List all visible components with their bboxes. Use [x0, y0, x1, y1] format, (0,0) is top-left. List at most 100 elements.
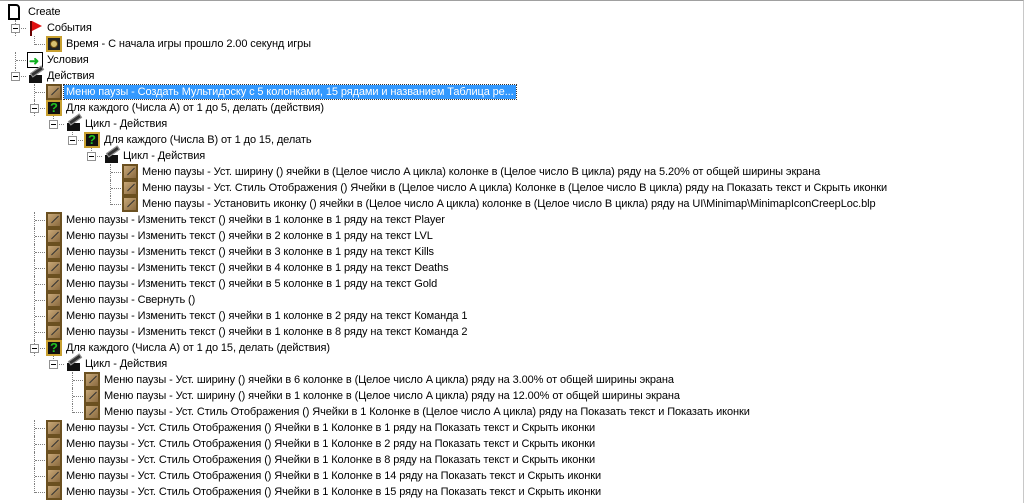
tree-connector	[35, 332, 45, 333]
tree-node[interactable]: Меню паузы - Уст. Стиль Отображения () Я…	[0, 404, 1023, 420]
tree-connector	[35, 476, 45, 477]
action-pencil-icon	[122, 196, 138, 212]
tree-node-label[interactable]: Меню паузы - Уст. Стиль Отображения () Я…	[102, 405, 752, 419]
tree-connector	[35, 300, 45, 301]
actions-icon	[103, 148, 119, 164]
tree-node-label[interactable]: Меню паузы - Изменить текст () ячейки в …	[64, 309, 469, 323]
actions-icon	[65, 356, 81, 372]
tree-node-label[interactable]: Меню паузы - Уст. Стиль Отображения () Я…	[64, 421, 597, 435]
tree-connector	[35, 236, 45, 237]
tree-node[interactable]: Create	[0, 4, 1023, 20]
tree-node[interactable]: Цикл - Действия	[0, 356, 1023, 372]
loop-question-icon: ?	[84, 132, 100, 148]
collapse-toggle[interactable]	[11, 72, 20, 81]
tree-node-label[interactable]: Время - С начала игры прошло 2.00 секунд…	[64, 37, 313, 51]
collapse-toggle[interactable]	[68, 136, 77, 145]
tree-node-label[interactable]: Меню паузы - Уст. ширину () ячейки в (Це…	[140, 165, 822, 179]
tree-node-label[interactable]: Меню паузы - Уст. Стиль Отображения () Я…	[64, 453, 597, 467]
tree-node[interactable]: Меню паузы - Изменить текст () ячейки в …	[0, 276, 1023, 292]
action-pencil-icon	[46, 84, 62, 100]
tree-node[interactable]: Меню паузы - Уст. Стиль Отображения () Я…	[0, 420, 1023, 436]
tree-node-label[interactable]: Для каждого (Числа A) от 1 до 5, делать …	[64, 101, 326, 115]
tree-node-label[interactable]: Меню паузы - Уст. Стиль Отображения () Я…	[64, 485, 603, 499]
tree-node[interactable]: Время - С начала игры прошло 2.00 секунд…	[0, 36, 1023, 52]
tree-connector	[35, 220, 45, 221]
tree-connector	[111, 172, 121, 173]
collapse-toggle[interactable]	[49, 120, 58, 129]
tree-node[interactable]: Действия	[0, 68, 1023, 84]
tree-connector	[73, 412, 83, 413]
tree-node-label[interactable]: Меню паузы - Изменить текст () ячейки в …	[64, 261, 451, 275]
tree-node[interactable]: Меню паузы - Уст. Стиль Отображения () Я…	[0, 180, 1023, 196]
tree-node[interactable]: Меню паузы - Изменить текст () ячейки в …	[0, 260, 1023, 276]
collapse-toggle[interactable]	[30, 344, 39, 353]
tree-node[interactable]: Меню паузы - Уст. Стиль Отображения () Я…	[0, 436, 1023, 452]
tree-node[interactable]: Меню паузы - Изменить текст () ячейки в …	[0, 212, 1023, 228]
collapse-toggle[interactable]	[87, 152, 96, 161]
collapse-toggle[interactable]	[30, 104, 39, 113]
tree-node[interactable]: Меню паузы - Изменить текст () ячейки в …	[0, 324, 1023, 340]
tree-node[interactable]: Меню паузы - Изменить текст () ячейки в …	[0, 244, 1023, 260]
tree-connector	[35, 44, 45, 45]
tree-node[interactable]: Меню паузы - Уст. Стиль Отображения () Я…	[0, 484, 1023, 500]
collapse-toggle[interactable]	[49, 360, 58, 369]
tree-node-label[interactable]: Меню паузы - Уст. Стиль Отображения () Я…	[140, 181, 889, 195]
tree-node-label[interactable]: Меню паузы - Уст. ширину () ячейки в 6 к…	[102, 373, 676, 387]
tree-node[interactable]: Меню паузы - Уст. Стиль Отображения () Я…	[0, 468, 1023, 484]
action-pencil-icon	[46, 212, 62, 228]
tree-node[interactable]: Меню паузы - Изменить текст () ячейки в …	[0, 308, 1023, 324]
tree-node[interactable]: Меню паузы - Создать Мультидоску с 5 кол…	[0, 84, 1023, 100]
action-pencil-icon	[46, 244, 62, 260]
tree-node-label[interactable]: Меню паузы - Уст. ширину () ячейки в 1 к…	[102, 389, 682, 403]
tree-node-label[interactable]: Меню паузы - Свернуть ()	[64, 293, 197, 307]
tree-node[interactable]: События	[0, 20, 1023, 36]
tree-node[interactable]: ? Для каждого (Числа A) от 1 до 5, делать…	[0, 100, 1023, 116]
tree-node[interactable]: Цикл - Действия	[0, 116, 1023, 132]
tree-node-label[interactable]: Цикл - Действия	[83, 357, 169, 371]
tree-node[interactable]: ? Для каждого (Числа B) от 1 до 15, делат…	[0, 132, 1023, 148]
action-pencil-icon	[46, 276, 62, 292]
tree-node-label[interactable]: Меню паузы - Уст. Стиль Отображения () Я…	[64, 469, 603, 483]
action-pencil-icon	[46, 484, 62, 500]
tree-node-label[interactable]: Меню паузы - Изменить текст () ячейки в …	[64, 213, 447, 227]
tree-node-label[interactable]: Меню паузы - Уст. Стиль Отображения () Я…	[64, 437, 597, 451]
action-pencil-icon	[122, 164, 138, 180]
tree-node[interactable]: ? Для каждого (Числа A) от 1 до 15, делат…	[0, 340, 1023, 356]
tree-connector	[35, 316, 45, 317]
tree-node-label[interactable]: Для каждого (Числа B) от 1 до 15, делать	[102, 133, 314, 147]
tree-node-label[interactable]: Действия	[45, 69, 96, 83]
tree-node-label[interactable]: События	[45, 21, 94, 35]
tree-node-label[interactable]: Меню паузы - Установить иконку () ячейки…	[140, 197, 877, 211]
tree-node-label[interactable]: Цикл - Действия	[83, 117, 169, 131]
tree-node-label[interactable]: Условия	[45, 53, 91, 67]
tree-node-label[interactable]: Меню паузы - Изменить текст () ячейки в …	[64, 229, 435, 243]
trigger-tree[interactable]: Create События Время - С начала игры прошл…	[0, 0, 1024, 503]
tree-node[interactable]: Меню паузы - Уст. ширину () ячейки в 1 к…	[0, 388, 1023, 404]
tree-node-label[interactable]: Для каждого (Числа A) от 1 до 15, делать…	[64, 341, 332, 355]
page-icon	[8, 4, 20, 20]
tree-connector	[73, 380, 83, 381]
tree-node[interactable]: Условия	[0, 52, 1023, 68]
tree-node[interactable]: Меню паузы - Изменить текст () ячейки в …	[0, 228, 1023, 244]
action-pencil-icon	[46, 436, 62, 452]
tree-connector	[111, 204, 121, 205]
tree-node-label[interactable]: Меню паузы - Изменить текст () ячейки в …	[64, 325, 469, 339]
action-pencil-icon	[84, 372, 100, 388]
tree-node[interactable]: Меню паузы - Уст. ширину () ячейки в 6 к…	[0, 372, 1023, 388]
tree-node[interactable]: Цикл - Действия	[0, 148, 1023, 164]
tree-node-label[interactable]: Меню паузы - Изменить текст () ячейки в …	[64, 277, 439, 291]
tree-node[interactable]: Меню паузы - Уст. ширину () ячейки в (Це…	[0, 164, 1023, 180]
tree-node-label[interactable]: Цикл - Действия	[121, 149, 207, 163]
tree-node[interactable]: Меню паузы - Установить иконку () ячейки…	[0, 196, 1023, 212]
tree-node[interactable]: Меню паузы - Уст. Стиль Отображения () Я…	[0, 452, 1023, 468]
tree-node-label[interactable]: Меню паузы - Создать Мультидоску с 5 кол…	[63, 84, 517, 100]
tree-connector	[73, 396, 83, 397]
tree-connector	[35, 252, 45, 253]
tree-node-label[interactable]: Create	[26, 5, 62, 19]
tree-node[interactable]: Меню паузы - Свернуть ()	[0, 292, 1023, 308]
tree-node-label[interactable]: Меню паузы - Изменить текст () ячейки в …	[64, 245, 436, 259]
collapse-toggle[interactable]	[11, 24, 20, 33]
action-pencil-icon	[46, 324, 62, 340]
action-pencil-icon	[46, 292, 62, 308]
clock-icon	[46, 36, 62, 52]
